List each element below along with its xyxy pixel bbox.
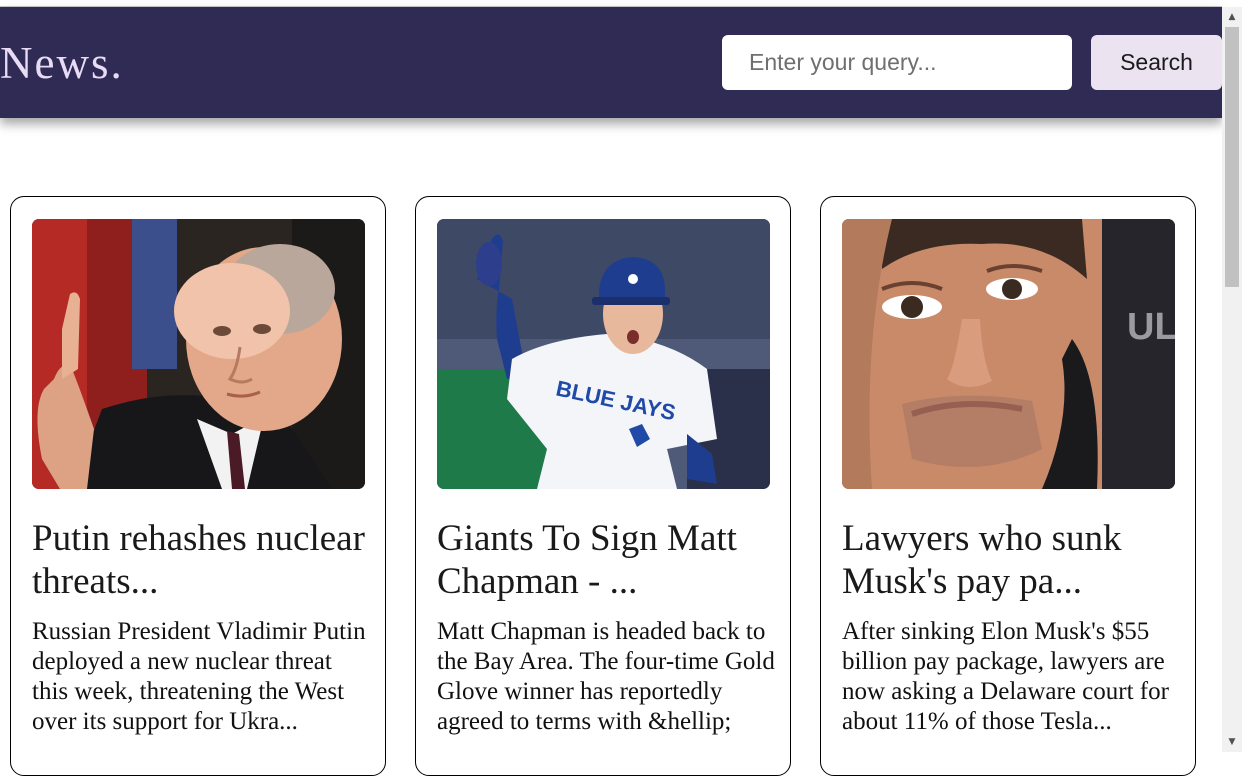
navbar: News. Search xyxy=(0,7,1222,118)
news-card-description: Matt Chapman is headed back to the Bay A… xyxy=(437,618,775,735)
scroll-down-arrow-icon[interactable]: ▼ xyxy=(1222,734,1242,750)
vertical-scrollbar[interactable]: ▲ ▼ xyxy=(1222,7,1242,752)
brand-logo[interactable]: News. xyxy=(0,37,124,89)
news-card-title[interactable]: Lawyers who sunk Musk's pay pa... xyxy=(842,517,1182,603)
news-card[interactable]: Putin rehashes nuclear threats... Russia… xyxy=(10,196,386,776)
news-card-title[interactable]: Putin rehashes nuclear threats... xyxy=(32,517,372,603)
news-card-image[interactable] xyxy=(32,219,365,489)
news-card[interactable]: ULT EVE Lawyers who sunk Musk's pay pa..… xyxy=(820,196,1196,776)
search-button[interactable]: Search xyxy=(1091,35,1222,90)
news-card-description: After sinking Elon Musk's $55 billion pa… xyxy=(842,618,1169,735)
news-card-image[interactable]: ULT EVE xyxy=(842,219,1175,489)
news-card[interactable]: BLUE JAYS Giants To Sign Matt Chapman - … xyxy=(415,196,791,776)
backdrop-text: ULT EVE xyxy=(1127,306,1175,348)
scrollbar-thumb[interactable] xyxy=(1225,27,1239,287)
news-card-title[interactable]: Giants To Sign Matt Chapman - ... xyxy=(437,517,777,603)
search-input[interactable] xyxy=(722,35,1072,90)
news-card-description: Russian President Vladimir Putin deploye… xyxy=(32,618,366,735)
window-top-edge xyxy=(0,0,1222,7)
scroll-up-arrow-icon[interactable]: ▲ xyxy=(1222,9,1242,25)
news-card-image[interactable]: BLUE JAYS xyxy=(437,219,770,489)
